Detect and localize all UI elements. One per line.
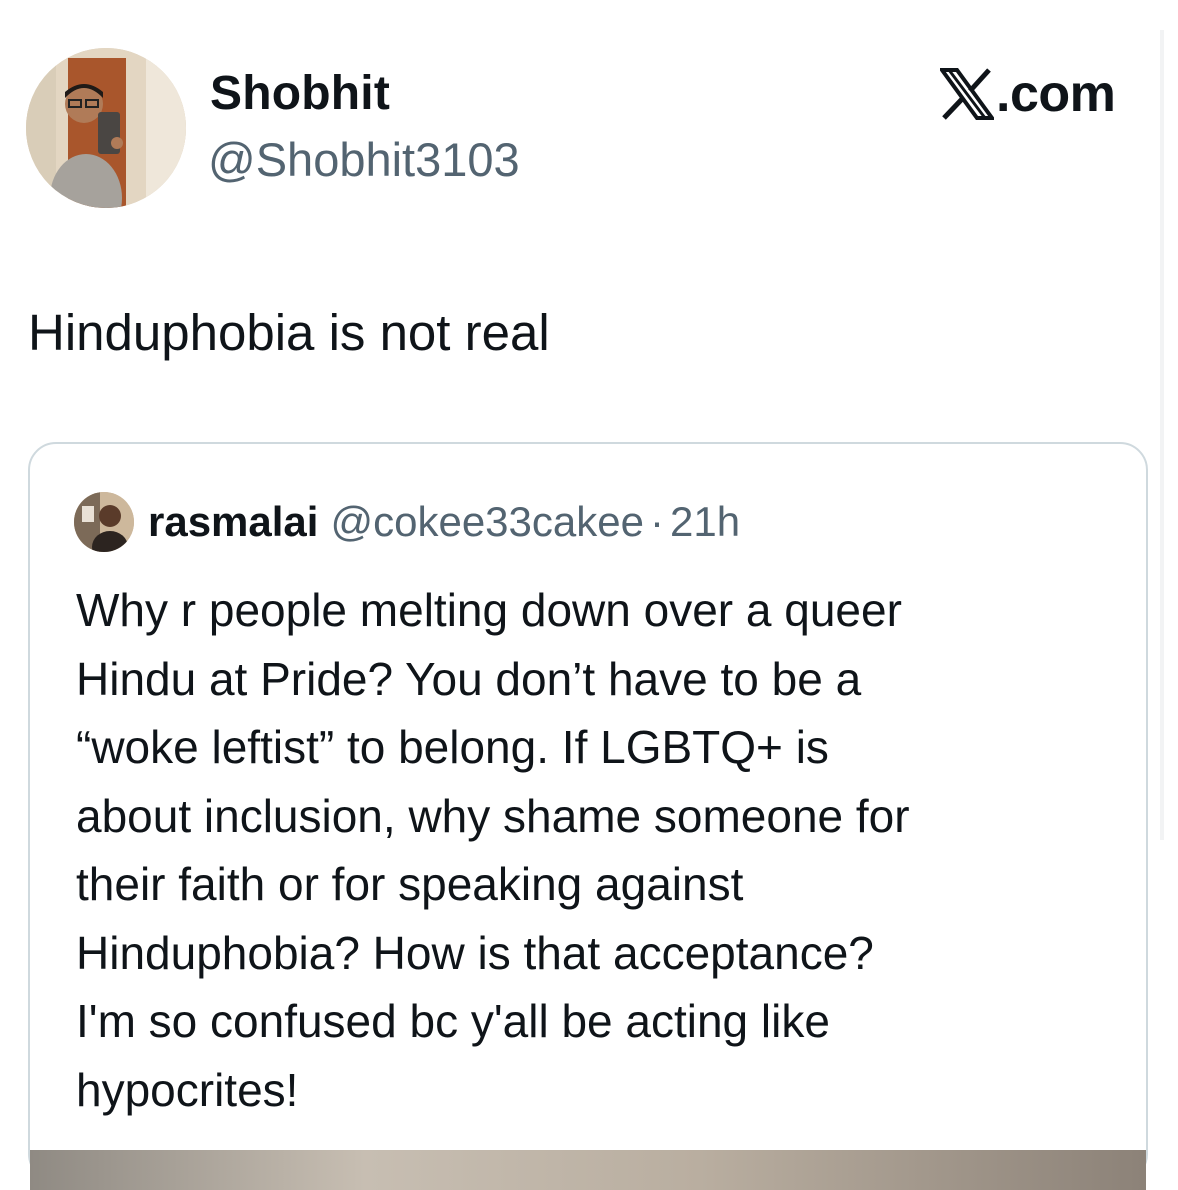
quoted-media-preview[interactable] (30, 1150, 1146, 1190)
quoted-tweet-card[interactable]: rasmalai @cokee33cakee · 21h Why r peopl… (28, 442, 1148, 1190)
quoted-text-line: I'm so confused bc y'all be acting like (76, 995, 830, 1047)
brand-label: .com (996, 65, 1116, 123)
separator-dot: · (649, 498, 664, 545)
quoted-tweet-header: rasmalai @cokee33cakee · 21h (74, 492, 740, 552)
quoted-text-line: Hindu at Pride? You don’t have to be a (76, 652, 862, 705)
quoted-text-line: their faith or for speaking against (76, 858, 744, 910)
quoted-user-avatar-icon[interactable] (74, 492, 134, 552)
quoted-tweet-timestamp[interactable]: 21h (670, 498, 740, 546)
author-display-name[interactable]: Shobhit (210, 66, 390, 122)
quoted-text-line: “woke leftist” to belong. If LGBTQ+ is (76, 721, 829, 773)
quoted-tweet-text: Why r people melting down over a queer H… (76, 576, 1116, 1124)
quoted-text-line: hypocrites! (76, 1063, 299, 1116)
brand-watermark: .com (940, 64, 1116, 124)
quoted-text-line: about inclusion, why shame someone for (76, 789, 910, 842)
author-handle[interactable]: @Shobhit3103 (208, 132, 520, 188)
quoted-user-handle[interactable]: @cokee33cakee (330, 498, 644, 546)
x-logo-icon (940, 68, 994, 120)
right-edge-divider (1160, 30, 1164, 840)
tweet-text: Hinduphobia is not real (28, 304, 550, 361)
user-avatar-icon[interactable] (26, 48, 186, 208)
quoted-user-display-name[interactable]: rasmalai (148, 498, 318, 546)
quoted-text-line: Why r people melting down over a queer (76, 584, 902, 636)
quoted-text-line: Hinduphobia? How is that acceptance? (76, 926, 874, 979)
